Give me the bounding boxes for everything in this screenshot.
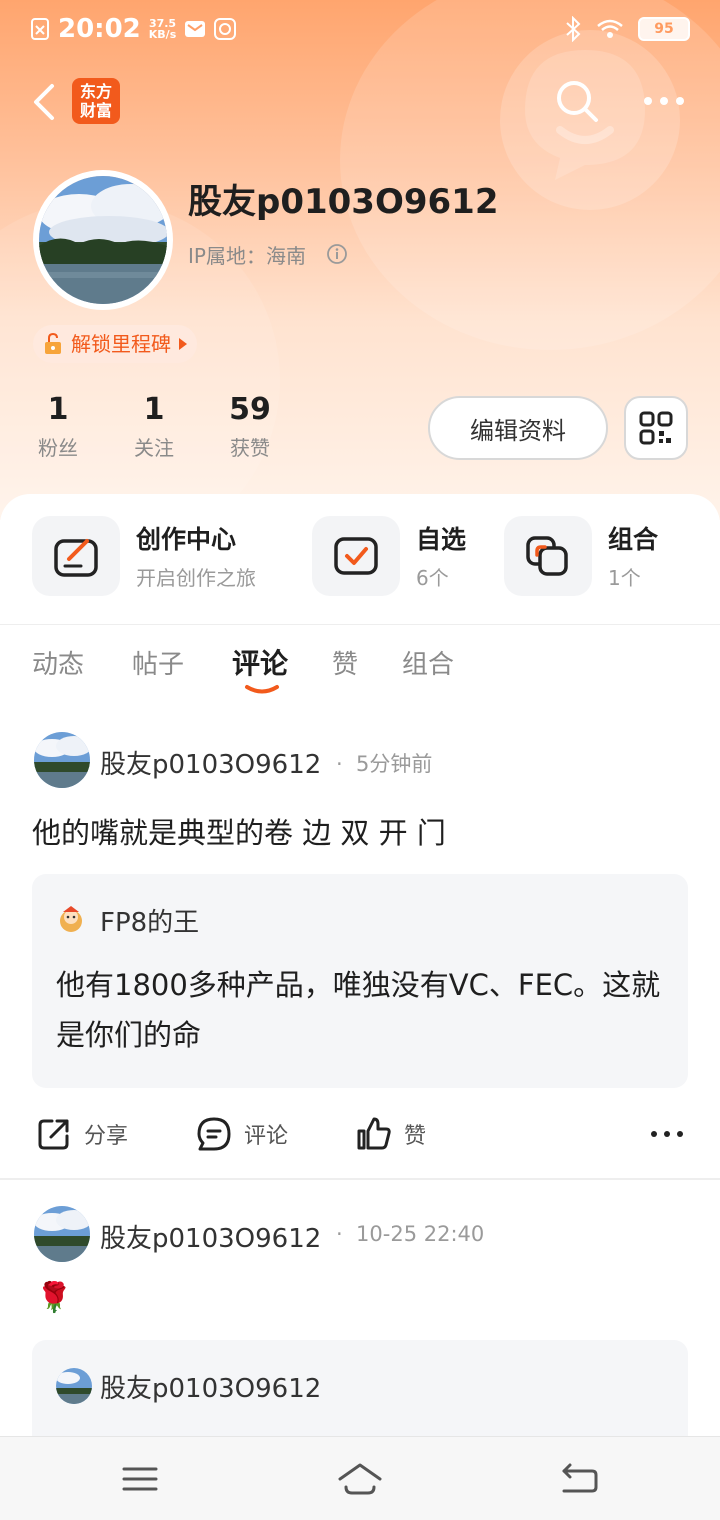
- thumbs-up-icon: [357, 1117, 391, 1150]
- quoted-user-name[interactable]: FP8的王: [100, 902, 199, 939]
- home-icon[interactable]: [336, 1459, 384, 1499]
- lock-icon: [45, 332, 61, 354]
- share-button[interactable]: 分享: [36, 1106, 128, 1162]
- back-arrow-icon[interactable]: [26, 80, 66, 124]
- back-icon[interactable]: [556, 1459, 604, 1499]
- edit-profile-button[interactable]: 编辑资料: [428, 396, 608, 460]
- tab-dynamics[interactable]: 动态: [32, 644, 84, 681]
- post-time: · 5分钟前: [336, 752, 433, 776]
- creator-center-icon: [32, 516, 120, 596]
- post-author-avatar[interactable]: [34, 1206, 90, 1262]
- mail-icon: [185, 21, 206, 37]
- comment-icon: [197, 1117, 231, 1151]
- bluetooth-icon: [566, 16, 581, 42]
- stat-followers[interactable]: 1 粉丝: [10, 392, 106, 461]
- shortcut-title: 自选: [416, 525, 467, 554]
- post-actions: 分享 评论 赞: [0, 1106, 720, 1162]
- landscape-avatar-image: [39, 176, 167, 304]
- app-notification-icon: [214, 18, 237, 40]
- battery-indicator: 95: [638, 17, 690, 41]
- content-panel: 创作中心 开启创作之旅 自选 6个 组合 1个 动态 帖子 评论 赞 组合 股友…: [0, 494, 720, 1520]
- post-text[interactable]: 🌹: [36, 1280, 72, 1315]
- quoted-text: 他有1800多种产品，唯独没有VC、FEC。这就是你们的命: [56, 968, 661, 1052]
- tab-likes[interactable]: 赞: [332, 644, 358, 681]
- more-options-icon[interactable]: [640, 86, 688, 116]
- stat-label: 关注: [134, 436, 174, 460]
- post-author-avatar[interactable]: [34, 732, 90, 788]
- mascot-avatar-icon: [60, 906, 82, 932]
- profile-avatar[interactable]: [33, 170, 173, 310]
- more-options-icon[interactable]: [650, 1124, 684, 1144]
- divider: [0, 1178, 720, 1180]
- stat-label: 获赞: [230, 436, 270, 460]
- menu-icon[interactable]: [116, 1459, 164, 1499]
- shortcut-subtitle: 1个: [608, 566, 641, 590]
- shortcut-title: 创作中心: [136, 525, 237, 554]
- post-time: · 10-25 22:40: [336, 1222, 485, 1246]
- landscape-avatar-image: [34, 1206, 90, 1262]
- stat-likes[interactable]: 59 获赞: [202, 392, 298, 461]
- stat-value: 1: [47, 392, 69, 427]
- post-author-name[interactable]: 股友p0103O9612: [100, 1218, 321, 1255]
- system-navigation-bar: [0, 1436, 720, 1520]
- stat-value: 59: [229, 392, 271, 427]
- divider: [0, 624, 720, 625]
- post-text[interactable]: 他的嘴就是典型的卷 边 双 开 门: [32, 810, 446, 852]
- quoted-user-avatar: [56, 1368, 92, 1404]
- app-logo: 东方 财富: [72, 78, 120, 124]
- portfolio-icon: [504, 516, 592, 596]
- share-icon: [38, 1119, 69, 1150]
- tab-portfolio[interactable]: 组合: [402, 644, 454, 681]
- active-tab-indicator: [245, 685, 279, 694]
- milestone-badge-label: 解锁里程碑: [71, 332, 171, 356]
- status-bar: 20:02 37.5 KB/s 95: [0, 0, 720, 58]
- qr-code-icon: [639, 411, 673, 445]
- shortcut-title: 组合: [608, 525, 659, 554]
- tab-comments[interactable]: 评论: [232, 642, 288, 682]
- qr-code-button[interactable]: [624, 396, 688, 460]
- shortcut-subtitle: 开启创作之旅: [136, 566, 256, 590]
- stat-following[interactable]: 1 关注: [106, 392, 202, 461]
- landscape-avatar-image: [34, 732, 90, 788]
- watchlist-icon: [312, 516, 400, 596]
- profile-stats: 1 粉丝 1 关注 59 获赞: [10, 392, 298, 461]
- comment-button[interactable]: 评论: [196, 1106, 288, 1162]
- shortcut-subtitle: 6个: [416, 566, 449, 590]
- share-label: 分享: [84, 1124, 129, 1149]
- post-author-name[interactable]: 股友p0103O9612: [100, 744, 321, 781]
- milestone-badge-button[interactable]: 解锁里程碑: [33, 325, 197, 363]
- stat-value: 1: [143, 392, 165, 427]
- landscape-avatar-image: [56, 1368, 92, 1404]
- wifi-icon: [597, 19, 623, 38]
- ip-location: IP属地：海南: [188, 244, 306, 268]
- search-icon[interactable]: [552, 76, 602, 126]
- like-button[interactable]: 赞: [356, 1106, 426, 1162]
- quoted-user-name[interactable]: 股友p0103O9612: [100, 1368, 321, 1405]
- comment-label: 评论: [244, 1124, 289, 1149]
- triangle-right-icon: [179, 338, 187, 350]
- no-sim-icon: [31, 18, 49, 40]
- info-icon[interactable]: [326, 243, 348, 265]
- like-label: 赞: [404, 1124, 427, 1149]
- stat-label: 粉丝: [38, 436, 78, 460]
- tab-posts[interactable]: 帖子: [132, 644, 184, 681]
- profile-username: 股友p0103O9612: [188, 182, 499, 222]
- quoted-post[interactable]: FP8的王 他有1800多种产品，唯独没有VC、FEC。这就是你们的命: [32, 874, 688, 1088]
- clock: 20:02: [58, 14, 141, 44]
- network-speed: 37.5 KB/s: [148, 17, 177, 41]
